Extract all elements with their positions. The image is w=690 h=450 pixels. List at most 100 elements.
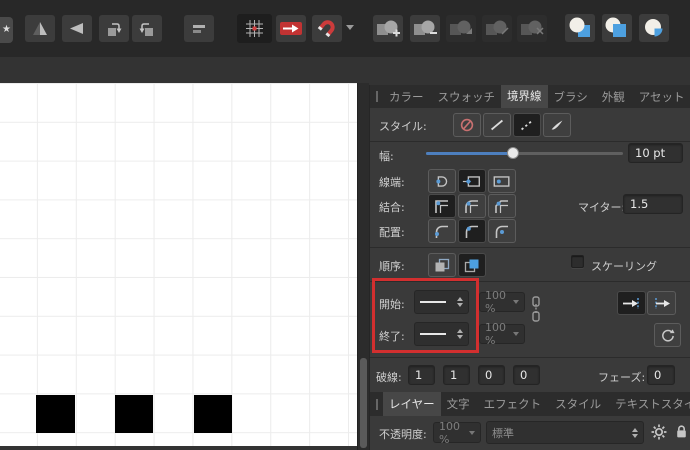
canvas-square[interactable] [36, 395, 75, 433]
scrollbar-thumb[interactable] [360, 358, 367, 448]
dash-input-2[interactable] [443, 365, 470, 385]
tab-styles[interactable]: スタイル [549, 392, 607, 416]
flip-horizontal-button[interactable] [62, 15, 92, 42]
alignment-button[interactable] [184, 15, 214, 42]
start-label: 開始: [379, 298, 405, 311]
boolean-add-button[interactable] [373, 15, 403, 42]
snap-move-button[interactable] [276, 15, 306, 42]
tab-color[interactable]: カラー [383, 85, 430, 109]
layers-panel-tabs: レイヤー 文字 エフェクト スタイル テキストスタイル [370, 392, 690, 416]
caret-down-icon [513, 332, 519, 336]
start-arrow-button[interactable] [617, 291, 646, 315]
rotate-ccw-button[interactable] [99, 15, 129, 42]
align-center-button[interactable] [428, 219, 456, 243]
start-amount-value: 100 % [485, 289, 506, 315]
dash-input-1[interactable] [408, 365, 435, 385]
dash-input-3[interactable] [478, 365, 505, 385]
boolean-divide-button[interactable] [482, 15, 512, 42]
align-label: 配置: [379, 226, 405, 239]
phase-input[interactable] [647, 365, 675, 385]
link-chain-icon[interactable] [530, 295, 542, 323]
tab-text-styles[interactable]: テキストスタイル [609, 392, 690, 416]
order-label: 順序: [379, 260, 405, 273]
arrange-circle-front-button[interactable] [565, 14, 595, 42]
refresh-icon [662, 328, 675, 342]
tab-swatches[interactable]: スウォッチ [432, 85, 502, 109]
dash-input-4[interactable] [513, 365, 540, 385]
stepper-icon[interactable] [457, 297, 463, 307]
arrow-snap-start-icon [622, 297, 639, 309]
cap-square-button[interactable] [488, 169, 516, 193]
boolean-subtract-icon [414, 20, 437, 35]
scaling-checkbox[interactable] [571, 255, 584, 268]
join-miter-button[interactable] [428, 194, 456, 218]
join-round-button[interactable] [458, 194, 486, 218]
join-bevel-button[interactable] [488, 194, 516, 218]
order-behind-button[interactable] [428, 253, 456, 277]
butt-cap-icon [462, 175, 480, 187]
magnet-snapping-button[interactable] [312, 15, 342, 42]
panel-grip-icon[interactable] [376, 91, 378, 102]
round-join-icon [465, 199, 478, 213]
brush-icon [551, 120, 563, 130]
stroke-panel-tabs: カラー スウォッチ 境界線 ブラシ 外観 アセット [370, 85, 690, 108]
align-inside-button[interactable] [458, 219, 486, 243]
move-tool-tab[interactable]: ★ [0, 17, 13, 43]
document-canvas[interactable] [0, 83, 357, 446]
start-amount-dropdown[interactable]: 100 % [479, 289, 525, 315]
boolean-combine-button[interactable] [517, 15, 547, 42]
arrange-square-front-button[interactable] [602, 14, 632, 42]
tab-layers[interactable]: レイヤー [383, 392, 441, 416]
reverse-line-button[interactable] [654, 323, 681, 347]
flip-vertical-icon [33, 22, 47, 35]
arrange-divide-button[interactable] [639, 14, 669, 42]
tab-stroke[interactable]: 境界線 [501, 85, 548, 108]
phase-label: フェーズ: [598, 371, 646, 384]
width-slider-thumb[interactable] [507, 147, 519, 159]
style-label: スタイル: [379, 120, 427, 133]
flip-vertical-button[interactable] [25, 15, 55, 42]
miter-input[interactable] [623, 194, 683, 214]
order-front-button[interactable] [458, 253, 486, 277]
boolean-subtract-button[interactable] [410, 15, 440, 42]
width-input[interactable] [628, 143, 683, 163]
blend-mode-dropdown[interactable]: 標準 [486, 421, 644, 444]
round-cap-icon [436, 175, 448, 187]
cap-round-button[interactable] [428, 169, 456, 193]
end-style-dropdown[interactable] [414, 322, 469, 346]
tab-effects[interactable]: エフェクト [478, 392, 548, 416]
snap-grid-button[interactable] [237, 14, 272, 43]
dash-label: 破線: [376, 371, 402, 384]
width-slider[interactable] [426, 147, 623, 159]
cap-butt-button[interactable] [458, 169, 486, 193]
style-none-button[interactable] [453, 113, 481, 137]
boolean-intersect-button[interactable] [446, 15, 476, 42]
end-arrow-button[interactable] [647, 291, 676, 315]
tab-brushes[interactable]: ブラシ [548, 85, 594, 109]
canvas-square[interactable] [194, 395, 232, 433]
stepper-icon[interactable] [632, 427, 638, 438]
align-center-icon [435, 225, 448, 238]
tab-character[interactable]: 文字 [441, 392, 476, 416]
caret-down-icon [469, 430, 475, 435]
end-amount-dropdown[interactable]: 100 % [479, 321, 525, 347]
lock-icon[interactable] [675, 424, 688, 439]
scaling-label: スケーリング [591, 260, 657, 273]
vertical-scrollbar[interactable] [357, 83, 369, 450]
style-dashed-button[interactable] [513, 113, 541, 137]
gear-icon[interactable] [651, 424, 667, 440]
star-icon: ★ [2, 24, 11, 35]
canvas-square[interactable] [115, 395, 153, 433]
boolean-intersect-icon [450, 20, 472, 35]
rotate-cw-button[interactable] [132, 15, 162, 42]
tab-assets[interactable]: アセット [633, 85, 690, 109]
align-outside-button[interactable] [488, 219, 516, 243]
opacity-dropdown[interactable]: 100 % [433, 420, 481, 446]
panel-grip-icon[interactable] [376, 398, 378, 410]
snap-options-caret[interactable] [346, 25, 354, 30]
start-style-dropdown[interactable] [414, 290, 469, 314]
style-solid-button[interactable] [483, 113, 511, 137]
style-brush-button[interactable] [543, 113, 571, 137]
tab-appearance[interactable]: 外観 [596, 85, 631, 109]
stepper-icon[interactable] [457, 329, 463, 339]
